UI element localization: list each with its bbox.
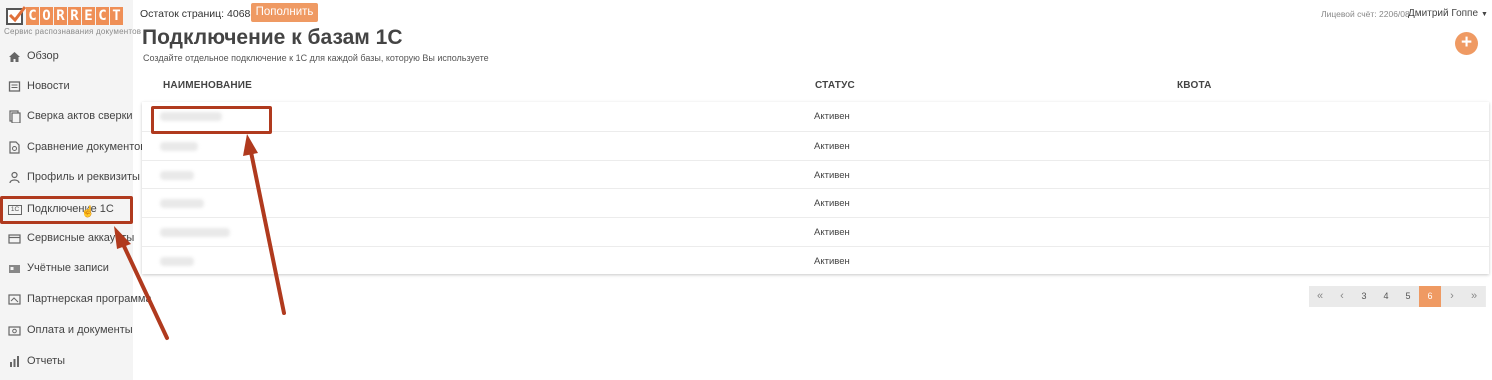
next-page-button[interactable]: › xyxy=(1441,286,1463,307)
id-card-icon xyxy=(8,262,21,275)
sidebar-item-news[interactable]: Новости xyxy=(0,72,133,102)
bar-chart-icon xyxy=(8,355,21,368)
row-status: Активен xyxy=(814,227,850,238)
row-name-redacted[interactable] xyxy=(160,171,194,180)
row-status: Активен xyxy=(814,170,850,181)
logo-letter: C xyxy=(26,7,39,25)
connections-table: Активен Активен Активен Активен Активен … xyxy=(142,102,1489,274)
last-page-button[interactable]: » xyxy=(1463,286,1485,307)
sidebar-item-label: Профиль и реквизиты xyxy=(27,171,140,183)
logo[interactable]: C O R R E C T Сервис распознавания докум… xyxy=(4,5,141,39)
table-row[interactable]: Активен xyxy=(142,188,1489,217)
sidebar-item-label: Учётные записи xyxy=(27,262,109,274)
topup-button[interactable]: Пополнить xyxy=(251,3,318,22)
logo-letter: T xyxy=(110,7,123,25)
money-icon xyxy=(8,324,21,337)
sidebar-item-overview[interactable]: Обзор xyxy=(0,42,133,72)
sidebar-item-label: Отчеты xyxy=(27,355,66,367)
row-status: Активен xyxy=(814,256,850,267)
table-row[interactable]: Активен xyxy=(142,131,1489,160)
sidebar-item-label: Сравнение документов xyxy=(27,141,147,153)
sidebar-item-partner-program[interactable]: Партнерская программа xyxy=(0,285,152,315)
logo-letter: C xyxy=(96,7,109,25)
page-title: Подключение к базам 1С xyxy=(142,26,403,49)
logo-letter: R xyxy=(68,7,81,25)
user-icon xyxy=(8,171,21,184)
logo-checkbox-icon xyxy=(6,6,27,25)
sidebar: C O R R E C T Сервис распознавания докум… xyxy=(0,0,152,380)
page-button[interactable]: 4 xyxy=(1375,286,1397,307)
logo-letter: R xyxy=(54,7,67,25)
account-number: Лицевой счёт: 2206/08 xyxy=(1321,9,1410,19)
column-header-quota[interactable]: КВОТА xyxy=(1177,80,1212,91)
sidebar-item-user-accounts[interactable]: Учётные записи xyxy=(0,254,133,284)
user-menu[interactable]: Дмитрий Гоппе ▼ xyxy=(1408,8,1488,19)
row-name-redacted[interactable] xyxy=(160,199,204,208)
sidebar-item-payments[interactable]: Оплата и документы xyxy=(0,316,133,346)
logo-letter: O xyxy=(40,7,53,25)
first-page-button[interactable]: « xyxy=(1309,286,1331,307)
row-name-redacted[interactable] xyxy=(160,257,194,266)
user-name: Дмитрий Гоппе xyxy=(1408,8,1479,19)
pages-balance: Остаток страниц: 40688 xyxy=(140,8,257,20)
highlight-box-nav xyxy=(0,196,133,224)
logo-wordmark: C O R R E C T xyxy=(26,7,123,25)
sidebar-item-reports[interactable]: Отчеты xyxy=(0,347,133,377)
sidebar-item-profile[interactable]: Профиль и реквизиты xyxy=(0,163,140,193)
table-row[interactable]: Активен xyxy=(142,246,1489,275)
sidebar-item-label: Сверка актов сверки xyxy=(27,110,133,122)
sidebar-item-label: Сервисные аккаунты xyxy=(27,232,135,244)
row-status: Активен xyxy=(814,111,850,122)
logo-letter: E xyxy=(82,7,95,25)
prev-page-button[interactable]: ‹ xyxy=(1331,286,1353,307)
sidebar-item-service-accounts[interactable]: Сервисные аккаунты xyxy=(0,224,135,254)
table-row[interactable]: Активен xyxy=(142,160,1489,189)
sidebar-item-reconciliation[interactable]: Сверка актов сверки xyxy=(0,102,133,132)
sidebar-item-compare[interactable]: Сравнение документов xyxy=(0,133,146,163)
home-icon xyxy=(8,50,21,63)
hand-cursor-icon: ☝ xyxy=(81,206,95,218)
row-status: Активен xyxy=(814,198,850,209)
page-button[interactable]: 3 xyxy=(1353,286,1375,307)
page-button[interactable]: 5 xyxy=(1397,286,1419,307)
sidebar-item-label: Оплата и документы xyxy=(27,324,133,336)
pagination: « ‹ 3 4 5 6 › » xyxy=(1309,286,1485,307)
row-name-redacted[interactable] xyxy=(160,142,198,151)
logo-subtitle: Сервис распознавания документов xyxy=(4,27,142,36)
sidebar-item-label: Партнерская программа xyxy=(27,293,152,305)
sidebar-item-label: Новости xyxy=(27,80,70,92)
column-header-status[interactable]: СТАТУС xyxy=(815,80,855,91)
page-button-current[interactable]: 6 xyxy=(1419,286,1441,307)
column-header-name[interactable]: НАИМЕНОВАНИЕ xyxy=(163,80,252,91)
handshake-icon xyxy=(8,293,21,306)
caret-down-icon: ▼ xyxy=(1481,11,1488,18)
row-status: Активен xyxy=(814,141,850,152)
add-connection-button[interactable]: + xyxy=(1455,32,1478,55)
page-subtitle: Создайте отдельное подключение к 1С для … xyxy=(143,53,489,63)
table-row[interactable]: Активен xyxy=(142,217,1489,246)
table-row[interactable]: Активен xyxy=(142,102,1489,131)
documents-icon xyxy=(8,110,21,124)
news-icon xyxy=(8,80,21,93)
highlight-box-row xyxy=(151,106,272,134)
card-icon xyxy=(8,232,21,245)
compare-icon xyxy=(8,141,21,154)
sidebar-item-label: Обзор xyxy=(27,50,59,62)
row-name-redacted[interactable] xyxy=(160,228,230,237)
